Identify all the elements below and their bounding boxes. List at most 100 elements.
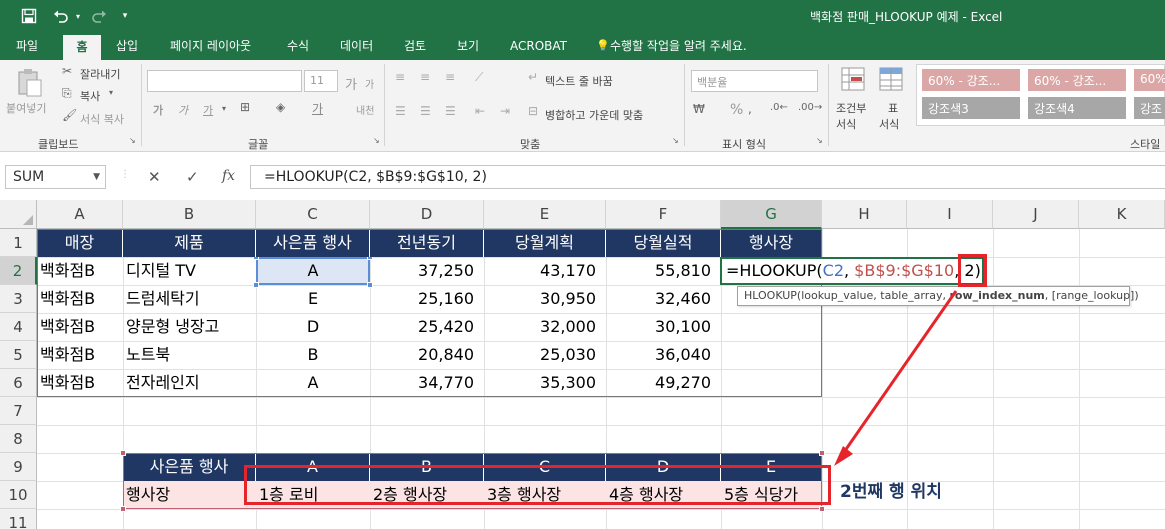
tab-acrobat[interactable]: ACROBAT [504,32,573,60]
align-middle-icon[interactable]: ≡ [420,70,430,84]
align-center-icon[interactable]: ☰ [420,104,431,118]
phonetic-button[interactable]: 내천 [356,102,374,117]
merge-center-icon[interactable]: ⊟ [528,104,538,118]
copy-label[interactable]: 복사 [80,88,100,104]
outdent-icon[interactable]: ⇥ [500,104,510,118]
column-header-a[interactable]: A [37,200,123,229]
row-header-10[interactable]: 10 [0,481,37,509]
column-header-g[interactable]: G [721,200,822,229]
align-bottom-icon[interactable]: ≡ [445,70,455,84]
cancel-icon[interactable]: ✕ [148,168,161,186]
range-handle[interactable] [120,450,126,456]
format-painter-label[interactable]: 서식 복사 [80,111,124,127]
style-60-accent-1[interactable]: 60% - 강조... [922,69,1020,91]
alignment-launcher-icon[interactable]: ↘ [672,136,679,145]
customize-qat-icon[interactable]: ▾ [118,5,132,27]
indent-icon[interactable]: ⇤ [475,104,485,118]
column-header-e[interactable]: E [484,200,606,229]
fill-color-icon[interactable]: ◈ [276,100,285,114]
decrease-decimal-icon[interactable]: .00→ [798,102,822,113]
tab-home[interactable]: 홈 [63,35,101,60]
underline-dropdown-icon[interactable]: ▾ [222,104,226,113]
row-header-7[interactable]: 7 [0,397,37,425]
align-left-icon[interactable]: ☰ [395,104,406,118]
comma-style-icon[interactable]: , [748,102,752,116]
tell-me-search[interactable]: 수행할 작업을 알려 주세요. [604,32,753,60]
tab-page-layout[interactable]: 페이지 레이아웃 [164,32,257,60]
formula-input[interactable]: =HLOOKUP(C2, $B$9:$G$10, 2) [250,165,1165,189]
undo-icon[interactable] [50,5,72,27]
row-header-6[interactable]: 6 [0,369,37,397]
column-header-j[interactable]: J [993,200,1079,229]
row-header-9[interactable]: 9 [0,453,37,481]
scissors-icon[interactable]: ✂ [62,64,72,78]
row-header-1[interactable]: 1 [0,229,37,257]
format-as-table-icon[interactable] [878,66,904,92]
column-header-h[interactable]: H [822,200,907,229]
column-header-c[interactable]: C [256,200,370,229]
style-60-accent-2[interactable]: 60% - 강조... [1028,69,1126,91]
tab-review[interactable]: 검토 [398,32,432,60]
row-header-4[interactable]: 4 [0,313,37,341]
style-accent-3[interactable]: 강조색3 [922,97,1020,119]
cut-label[interactable]: 잘라내기 [80,66,120,82]
enter-icon[interactable]: ✓ [186,168,199,186]
shrink-font-button[interactable]: 가 [365,76,374,91]
underline-button[interactable]: 가 [203,102,213,118]
undo-dropdown-icon[interactable]: ▾ [73,5,83,27]
column-header-i[interactable]: I [907,200,993,229]
clipboard-launcher-icon[interactable]: ↘ [129,136,136,145]
redo-icon[interactable] [88,5,110,27]
format-as-table-label-1[interactable]: 표 [888,100,898,116]
column-header-b[interactable]: B [123,200,256,229]
tab-formulas[interactable]: 수식 [281,32,315,60]
copy-dropdown-icon[interactable]: ▾ [109,88,113,97]
tab-insert[interactable]: 삽입 [110,32,144,60]
align-top-icon[interactable]: ≡ [395,70,405,84]
number-format-combo[interactable]: 백분율 [691,70,818,92]
percent-style-button[interactable]: % [730,102,743,118]
tab-file[interactable]: 파일 [10,32,44,60]
style-60-accent-3[interactable]: 60% [1134,69,1165,91]
range-handle[interactable] [120,506,126,512]
font-size-combo[interactable]: 11 [304,70,338,92]
row-header-2[interactable]: 2 [0,257,37,285]
format-painter-icon[interactable]: 🖌 [62,108,77,122]
number-launcher-icon[interactable]: ↘ [816,136,823,145]
font-launcher-icon[interactable]: ↘ [373,136,380,145]
range-handle[interactable] [819,506,825,512]
paste-label[interactable]: 붙여넣기 [6,100,46,116]
borders-icon[interactable]: ⊞ [240,100,250,114]
bold-button[interactable]: 가 [153,102,163,118]
save-icon[interactable] [18,5,40,27]
style-accent-4[interactable]: 강조색4 [1028,97,1126,119]
insert-function-icon[interactable]: fx [222,168,235,184]
row-header-8[interactable]: 8 [0,425,37,453]
wrap-text-button[interactable]: 텍스트 줄 바꿈 [545,73,613,89]
select-all-button[interactable] [0,200,37,229]
font-color-icon[interactable]: 가 [312,100,323,117]
increase-decimal-icon[interactable]: .0← [770,102,788,113]
italic-button[interactable]: 가 [178,102,188,118]
merge-center-button[interactable]: 병합하고 가운데 맞춤 [545,107,643,123]
name-box-dropdown-icon[interactable]: ▼ [93,172,100,182]
format-as-table-label-2[interactable]: 서식 [879,116,899,132]
font-name-combo[interactable] [147,70,302,92]
column-header-d[interactable]: D [370,200,484,229]
column-header-f[interactable]: F [606,200,721,229]
name-box[interactable]: SUM ▼ [5,165,106,189]
active-cell-g2[interactable]: =HLOOKUP(C2, $B$9:$G$10, 2) [720,257,984,285]
copy-icon[interactable]: ⎘ [62,86,72,101]
align-right-icon[interactable]: ☰ [445,104,456,118]
conditional-formatting-label-1[interactable]: 조건부 [836,100,866,116]
conditional-formatting-label-2[interactable]: 서식 [836,116,856,132]
tab-view[interactable]: 보기 [451,32,485,60]
wrap-text-icon[interactable]: ↵ [528,70,538,84]
style-accent-5[interactable]: 강조 [1134,97,1165,119]
column-header-k[interactable]: K [1079,200,1165,229]
grow-font-button[interactable]: 가 [345,74,357,93]
orientation-icon[interactable]: ⟋ [475,70,483,85]
conditional-formatting-icon[interactable] [840,66,866,92]
row-header-3[interactable]: 3 [0,285,37,313]
row-header-5[interactable]: 5 [0,341,37,369]
